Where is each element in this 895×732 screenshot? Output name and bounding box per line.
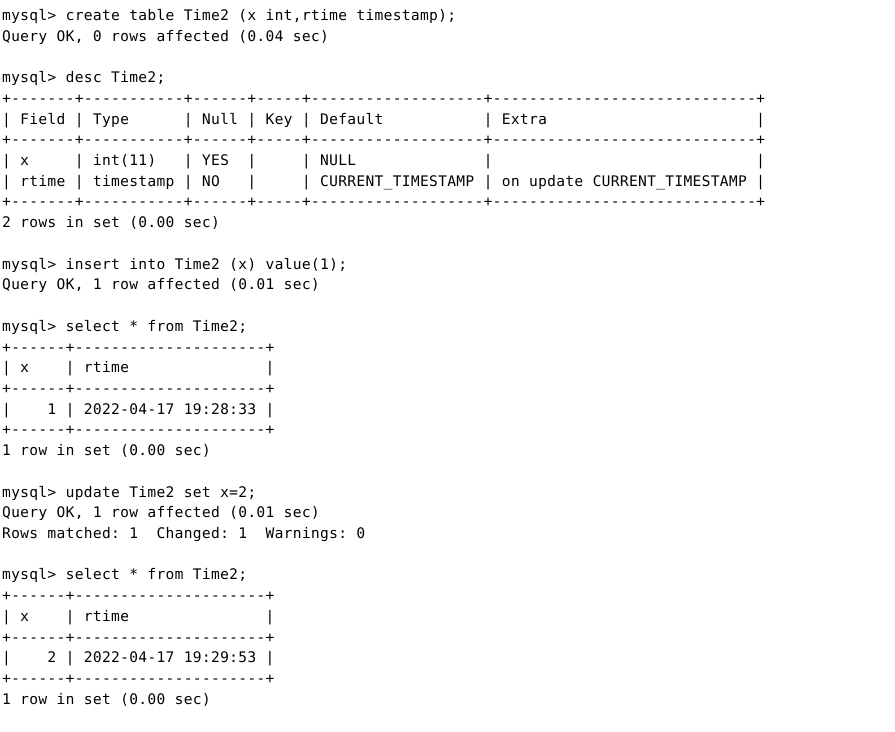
terminal-line: +------+---------------------+ (2, 628, 275, 646)
terminal-line: 1 row in set (0.00 sec) (2, 442, 211, 460)
terminal-line: Query OK, 1 row affected (0.01 sec) (2, 276, 321, 294)
terminal-line: +------+---------------------+ (2, 421, 275, 439)
terminal-line: | 2 | 2022-04-17 19:29:53 | (2, 649, 275, 667)
terminal-line: mysql> update Time2 set x=2; (2, 483, 257, 501)
terminal-line: +------+---------------------+ (2, 379, 275, 397)
terminal-line: mysql> create table Time2 (x int,rtime t… (2, 7, 457, 24)
terminal-line: +------+---------------------+ (2, 587, 275, 605)
terminal-line: | 1 | 2022-04-17 19:28:33 | (2, 400, 275, 418)
terminal-line: +-------+-----------+------+-----+------… (2, 89, 766, 107)
terminal-line: | x | int(11) | YES | | NULL | | (2, 152, 766, 170)
terminal-line: +-------+-----------+------+-----+------… (2, 193, 766, 211)
terminal-line: Query OK, 1 row affected (0.01 sec) (2, 504, 321, 522)
terminal-line: mysql> insert into Time2 (x) value(1); (2, 255, 348, 273)
terminal-line: | Field | Type | Null | Key | Default | … (2, 110, 766, 128)
terminal-output[interactable]: mysql> create table Time2 (x int,rtime t… (0, 0, 895, 710)
terminal-line: +------+---------------------+ (2, 670, 275, 687)
terminal-line: 1 row in set (0.00 sec) (2, 690, 211, 708)
terminal-line: mysql> select * from Time2; (2, 566, 248, 584)
terminal-line: 2 rows in set (0.00 sec) (2, 214, 221, 232)
terminal-line: +-------+-----------+------+-----+------… (2, 131, 766, 149)
terminal-line: | x | rtime | (2, 607, 275, 625)
terminal-line: Rows matched: 1 Changed: 1 Warnings: 0 (2, 524, 366, 542)
terminal-line: mysql> select * from Time2; (2, 317, 248, 335)
terminal-line: +------+---------------------+ (2, 338, 275, 356)
terminal-line: mysql> desc Time2; (2, 69, 166, 87)
terminal-line: | x | rtime | (2, 359, 275, 377)
terminal-line: Query OK, 0 rows affected (0.04 sec) (2, 27, 330, 45)
mysql-terminal-window[interactable]: mysql> create table Time2 (x int,rtime t… (0, 0, 895, 732)
terminal-line: | rtime | timestamp | NO | | CURRENT_TIM… (2, 172, 766, 190)
